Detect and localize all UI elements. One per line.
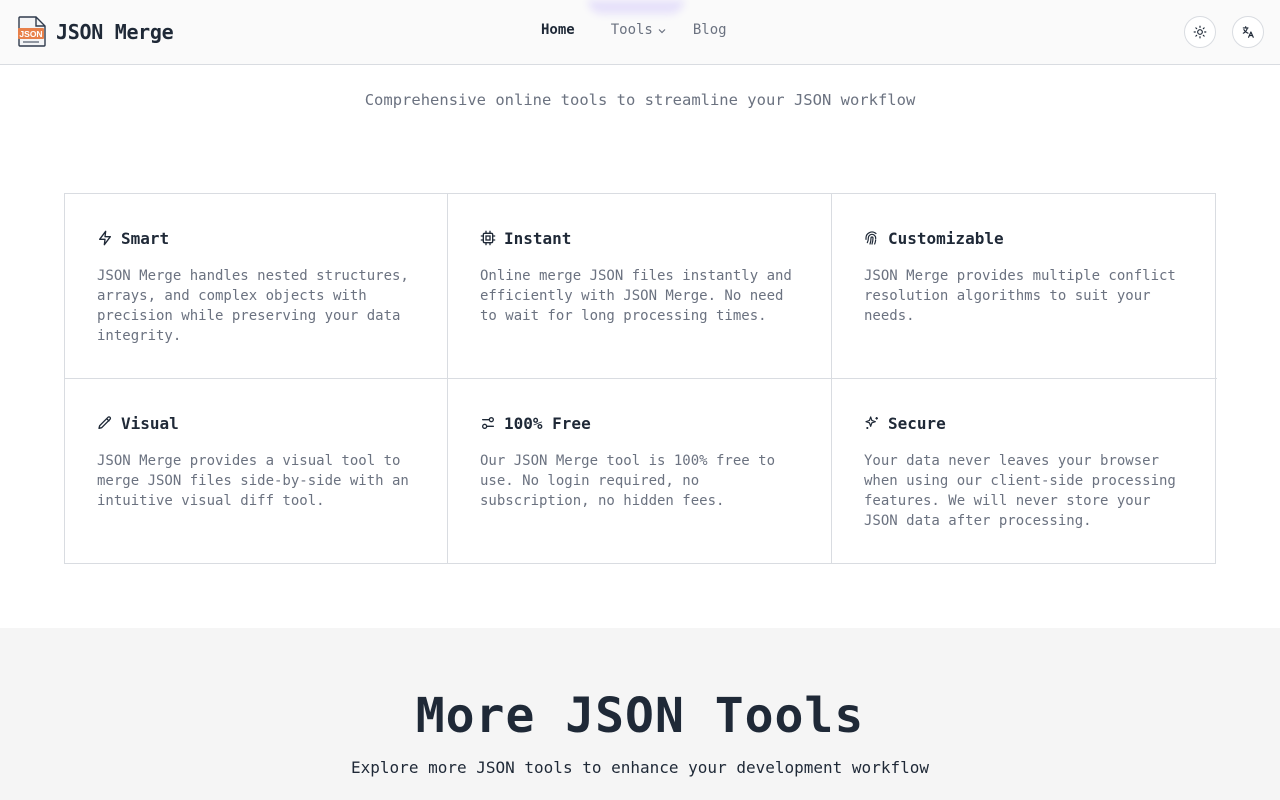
theme-toggle-button[interactable] bbox=[1184, 16, 1216, 48]
cpu-icon bbox=[480, 230, 496, 246]
feature-description: Our JSON Merge tool is 100% free to use.… bbox=[480, 453, 776, 509]
more-tools-title: More JSON Tools bbox=[415, 688, 865, 744]
nav-home[interactable]: Home bbox=[541, 22, 575, 38]
feature-card-secure: Secure Your data never leaves your brows… bbox=[832, 379, 1217, 564]
sliders-icon bbox=[482, 417, 494, 429]
brand-link[interactable]: JSON JSON Merge bbox=[17, 16, 174, 47]
brand-name: JSON Merge bbox=[56, 19, 174, 44]
feature-title: Visual bbox=[121, 413, 179, 433]
sparkles-icon bbox=[865, 416, 878, 429]
feature-description: JSON Merge handles nested structures, ar… bbox=[97, 268, 409, 344]
feature-card-visual: Visual JSON Merge provides a visual tool… bbox=[65, 379, 448, 564]
hero-subtitle: Comprehensive online tools to streamline… bbox=[364, 91, 916, 109]
pencil-icon bbox=[98, 416, 112, 429]
feature-title: Secure bbox=[888, 413, 946, 433]
feature-card-free: 100% Free Our JSON Merge tool is 100% fr… bbox=[448, 379, 832, 564]
nav-tools[interactable]: Tools bbox=[611, 22, 667, 38]
json-file-logo-icon: JSON bbox=[18, 16, 46, 47]
feature-description: JSON Merge provides a visual tool to mer… bbox=[97, 453, 409, 509]
feature-title: Instant bbox=[504, 228, 572, 248]
features-grid: Smart JSON Merge handles nested structur… bbox=[64, 193, 1217, 564]
feature-description: JSON Merge provides multiple conflict re… bbox=[864, 268, 1176, 324]
main-nav: Home Tools Blog bbox=[541, 22, 727, 38]
more-tools-subtitle: Explore more JSON tools to enhance your … bbox=[351, 758, 929, 777]
feature-card-customizable: Customizable JSON Merge provides multipl… bbox=[832, 194, 1217, 379]
feature-description: Your data never leaves your browser when… bbox=[864, 453, 1176, 529]
feature-card-instant: Instant Online merge JSON files instantl… bbox=[448, 194, 832, 379]
svg-text:JSON: JSON bbox=[19, 29, 42, 39]
fingerprint-icon bbox=[865, 231, 877, 245]
nav-blog[interactable]: Blog bbox=[693, 22, 727, 38]
feature-card-smart: Smart JSON Merge handles nested structur… bbox=[65, 194, 448, 379]
more-tools-section: More JSON Tools Explore more JSON tools … bbox=[0, 628, 1280, 800]
language-button[interactable] bbox=[1232, 16, 1264, 48]
feature-title: Customizable bbox=[888, 228, 1004, 248]
nav-tools-label: Tools bbox=[610, 22, 653, 38]
sun-icon bbox=[1193, 25, 1207, 39]
translate-icon bbox=[1242, 26, 1254, 38]
feature-description: Online merge JSON files instantly and ef… bbox=[480, 268, 792, 324]
feature-title: Smart bbox=[121, 228, 170, 248]
active-nav-glow bbox=[588, 0, 684, 14]
zap-icon bbox=[99, 230, 111, 246]
chevron-down-icon bbox=[658, 29, 666, 34]
feature-title: 100% Free bbox=[504, 413, 591, 433]
